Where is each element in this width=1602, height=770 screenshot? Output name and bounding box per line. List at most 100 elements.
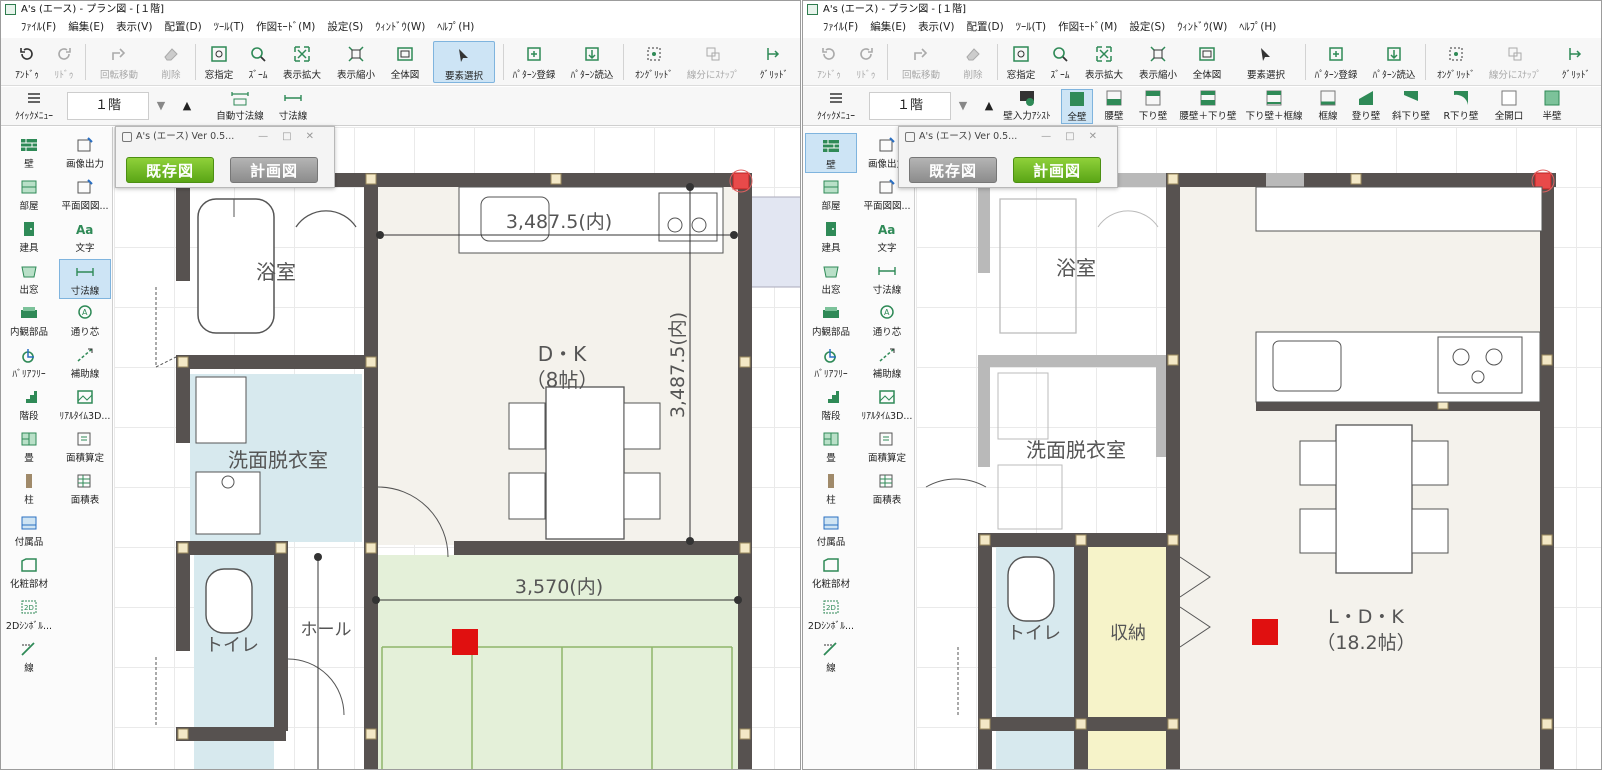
sidebar-item-realtime-3d[interactable]: ﾘｱﾙﾀｲﾑ3D... bbox=[59, 385, 111, 425]
sidebar-item-text[interactable]: Aa 文字 bbox=[59, 217, 111, 257]
sidebar-item-aux-line[interactable]: 補助線 bbox=[861, 343, 913, 383]
dialog-window-controls[interactable]: —□✕ bbox=[258, 127, 328, 147]
sidebar-item-bay-window[interactable]: 出窓 bbox=[3, 259, 55, 299]
planned-plan-button[interactable]: 計画図 bbox=[230, 157, 318, 183]
menu-file[interactable]: ﾌｧｲﾙ(F) bbox=[817, 18, 864, 37]
menu-draw-mode[interactable]: 作図ﾓｰﾄﾞ(M) bbox=[1052, 18, 1123, 37]
drawing-canvas[interactable]: 浴室 D・K （8帖） 洗面脱衣室 トイレ ホール 3,487.5(内) 3,4… bbox=[114, 127, 800, 769]
on-grid-button[interactable]: ｵﾝｸﾞﾘｯﾄﾞ bbox=[629, 41, 679, 83]
wall-input-assist-button[interactable]: 壁入力ｱｼｽﾄ bbox=[999, 89, 1055, 124]
menu-tools[interactable]: ﾂｰﾙ(T) bbox=[1010, 18, 1052, 37]
wall-type-full[interactable]: 全壁 bbox=[1061, 89, 1093, 124]
segment-snap-button[interactable]: 線分にｽﾅｯﾌﾟ bbox=[1487, 41, 1543, 83]
sidebar-item-area-table[interactable]: 面積表 bbox=[59, 469, 111, 509]
full-view-button[interactable]: 全体図 bbox=[385, 41, 425, 83]
sidebar-item-interior-parts[interactable]: 内観部品 bbox=[3, 301, 55, 341]
menu-place[interactable]: 配置(D) bbox=[960, 18, 1009, 37]
menu-draw-mode[interactable]: 作図ﾓｰﾄﾞ(M) bbox=[250, 18, 321, 37]
wall-type-frame-line[interactable]: 框線 bbox=[1313, 89, 1343, 124]
sidebar-item-text[interactable]: Aa 文字 bbox=[861, 217, 913, 257]
pattern-register-button[interactable]: ﾊﾟﾀｰﾝ登録 bbox=[509, 41, 559, 83]
pattern-register-button[interactable]: ﾊﾟﾀｰﾝ登録 bbox=[1311, 41, 1361, 83]
delete-button[interactable]: 削除 bbox=[151, 41, 191, 83]
zoom-in-button[interactable]: 表示拡大 bbox=[1081, 41, 1127, 83]
sidebar-item-grid-axis[interactable]: A 通り芯 bbox=[861, 301, 913, 341]
menu-window[interactable]: ｳｨﾝﾄﾞｳ(W) bbox=[369, 18, 431, 37]
menu-edit[interactable]: 編集(E) bbox=[864, 18, 912, 37]
menu-window[interactable]: ｳｨﾝﾄﾞｳ(W) bbox=[1171, 18, 1233, 37]
floor-dropdown-icon[interactable]: ▼ bbox=[953, 92, 973, 120]
redo-button[interactable]: ﾘﾄﾞｩ bbox=[47, 41, 81, 83]
existing-plan-button[interactable]: 既存図 bbox=[909, 157, 997, 183]
floor-select[interactable]: １階 bbox=[67, 92, 149, 120]
sidebar-item-column[interactable]: 柱 bbox=[805, 469, 857, 509]
sidebar-item-trim-parts[interactable]: 化粧部材 bbox=[3, 553, 55, 593]
menu-settings[interactable]: 設定(S) bbox=[1123, 18, 1171, 37]
grid-button[interactable]: ｸﾞﾘｯﾄﾞ bbox=[1551, 41, 1601, 83]
floor-select[interactable]: １階 bbox=[869, 92, 951, 120]
wall-type-waist[interactable]: 腰壁 bbox=[1099, 89, 1129, 124]
segment-snap-button[interactable]: 線分にｽﾅｯﾌﾟ bbox=[685, 41, 741, 83]
menu-help[interactable]: ﾍﾙﾌﾟ(H) bbox=[1233, 18, 1282, 37]
floor-up-icon[interactable]: ▲ bbox=[177, 92, 197, 120]
menu-edit[interactable]: 編集(E) bbox=[62, 18, 110, 37]
sidebar-item-image-output[interactable]: 画像出力 bbox=[59, 133, 111, 173]
zoom-button[interactable]: ｽﾞｰﾑ bbox=[241, 41, 275, 83]
sidebar-item-accessories[interactable]: 付属品 bbox=[805, 511, 857, 551]
sidebar-item-room[interactable]: 部屋 bbox=[805, 175, 857, 215]
element-select-button[interactable]: 要素選択 bbox=[1235, 41, 1297, 83]
sidebar-item-line[interactable]: 線 bbox=[805, 637, 857, 677]
delete-button[interactable]: 削除 bbox=[953, 41, 993, 83]
sidebar-item-realtime-3d[interactable]: ﾘｱﾙﾀｲﾑ3D... bbox=[861, 385, 913, 425]
sidebar-item-stairs[interactable]: 階段 bbox=[3, 385, 55, 425]
planned-plan-button[interactable]: 計画図 bbox=[1013, 157, 1101, 183]
menu-file[interactable]: ﾌｧｲﾙ(F) bbox=[15, 18, 62, 37]
sidebar-item-barrier-free[interactable]: ﾊﾞﾘｱﾌﾘｰ bbox=[805, 343, 857, 383]
wall-type-r-hanging[interactable]: R下り壁 bbox=[1439, 89, 1483, 124]
zoom-out-button[interactable]: 表示縮小 bbox=[1135, 41, 1181, 83]
rotate-move-button[interactable]: 回転移動 bbox=[93, 41, 145, 83]
sidebar-item-2d-symbol[interactable]: 2D 2Dｼﾝﾎﾞﾙ... bbox=[805, 595, 857, 635]
wall-type-slant-hanging[interactable]: 斜下り壁 bbox=[1389, 89, 1433, 124]
menu-tools[interactable]: ﾂｰﾙ(T) bbox=[208, 18, 250, 37]
sidebar-item-floor-plan[interactable]: 平面図図... bbox=[59, 175, 111, 215]
full-view-button[interactable]: 全体図 bbox=[1187, 41, 1227, 83]
sidebar-item-accessories[interactable]: 付属品 bbox=[3, 511, 55, 551]
rotate-move-button[interactable]: 回転移動 bbox=[895, 41, 947, 83]
window-select-button[interactable]: 窓指定 bbox=[201, 41, 237, 83]
sidebar-item-2d-symbol[interactable]: 2D 2Dｼﾝﾎﾞﾙ... bbox=[3, 595, 55, 635]
wall-type-waist-hanging[interactable]: 腰壁＋下り壁 bbox=[1179, 89, 1237, 124]
sidebar-item-trim-parts[interactable]: 化粧部材 bbox=[805, 553, 857, 593]
auto-dimension-button[interactable]: 自動寸法線 bbox=[213, 89, 267, 124]
sidebar-item-wall[interactable]: 壁 bbox=[3, 133, 55, 173]
sidebar-item-area-calc[interactable]: 面積算定 bbox=[861, 427, 913, 467]
menu-view[interactable]: 表示(V) bbox=[110, 18, 158, 37]
floor-dropdown-icon[interactable]: ▼ bbox=[151, 92, 171, 120]
sidebar-item-area-calc[interactable]: 面積算定 bbox=[59, 427, 111, 467]
sidebar-item-stairs[interactable]: 階段 bbox=[805, 385, 857, 425]
quick-menu-button[interactable]: ｸｲｯｸﾒﾆｭｰ bbox=[9, 89, 59, 124]
sidebar-item-barrier-free[interactable]: ﾊﾞﾘｱﾌﾘｰ bbox=[3, 343, 55, 383]
sidebar-item-area-table[interactable]: 面積表 bbox=[861, 469, 913, 509]
sidebar-item-column[interactable]: 柱 bbox=[3, 469, 55, 509]
pattern-load-button[interactable]: ﾊﾟﾀｰﾝ読込 bbox=[567, 41, 617, 83]
drawing-canvas[interactable]: 浴室 洗面脱衣室 トイレ 収納 L・D・K （18.2帖） bbox=[916, 127, 1601, 769]
sidebar-item-fittings[interactable]: 建具 bbox=[805, 217, 857, 257]
sidebar-item-aux-line[interactable]: 補助線 bbox=[59, 343, 111, 383]
wall-type-full-opening[interactable]: 全開口 bbox=[1489, 89, 1529, 124]
on-grid-button[interactable]: ｵﾝｸﾞﾘｯﾄﾞ bbox=[1431, 41, 1481, 83]
sidebar-item-fittings[interactable]: 建具 bbox=[3, 217, 55, 257]
quick-menu-button[interactable]: ｸｲｯｸﾒﾆｭｰ bbox=[811, 89, 861, 124]
floor-up-icon[interactable]: ▲ bbox=[979, 92, 999, 120]
zoom-button[interactable]: ｽﾞｰﾑ bbox=[1043, 41, 1077, 83]
grid-button[interactable]: ｸﾞﾘｯﾄﾞ bbox=[749, 41, 799, 83]
wall-type-rising[interactable]: 登り壁 bbox=[1349, 89, 1383, 124]
sidebar-item-dimension[interactable]: 寸法線 bbox=[861, 259, 913, 299]
wall-type-half[interactable]: 半壁 bbox=[1535, 89, 1569, 124]
sidebar-item-dimension[interactable]: 寸法線 bbox=[59, 259, 111, 299]
menu-settings[interactable]: 設定(S) bbox=[321, 18, 369, 37]
wall-type-hanging-frame[interactable]: 下り壁＋框線 bbox=[1243, 89, 1305, 124]
sidebar-item-tatami[interactable]: 畳 bbox=[805, 427, 857, 467]
sidebar-item-line[interactable]: 線 bbox=[3, 637, 55, 677]
redo-button[interactable]: ﾘﾄﾞｩ bbox=[849, 41, 883, 83]
